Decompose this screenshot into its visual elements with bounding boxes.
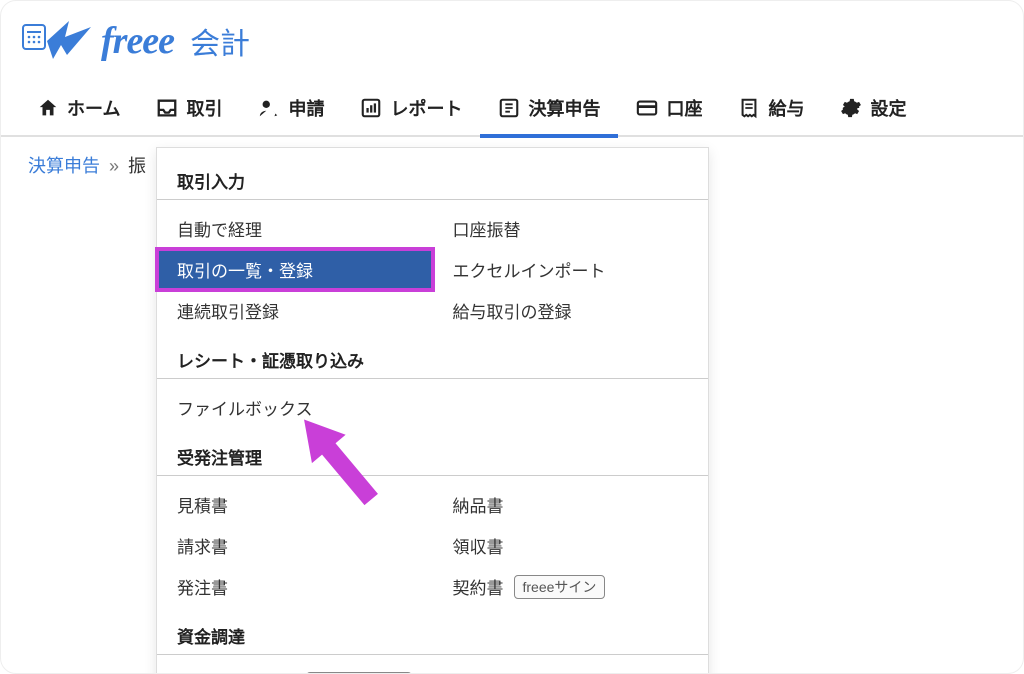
dropdown-item[interactable]: 取引の一覧・登録 (157, 249, 433, 290)
bar-chart-icon (360, 97, 382, 119)
nav-home[interactable]: ホーム (19, 80, 138, 136)
dropdown-item[interactable]: 請求書 (157, 525, 433, 566)
main-nav: ホーム 取引 申請 レポート 決算申告 口座 給与 設定 (1, 81, 1023, 137)
dropdown-section-title: 受発注管理 (157, 438, 708, 476)
nav-label: 口座 (666, 95, 702, 121)
dropdown-item-pill: freeeサイン (514, 575, 606, 599)
nav-label: 設定 (870, 95, 906, 121)
breadcrumb-current: 振 (128, 156, 146, 176)
dropdown-item-label: 見積書 (177, 492, 228, 517)
dropdown-item-label: 契約書 (453, 574, 504, 599)
dropdown-item[interactable]: 契約書 freeeサイン (433, 566, 709, 607)
breadcrumb-root[interactable]: 決算申告 (28, 156, 100, 176)
dropdown-item[interactable]: ファイルボックス (157, 387, 708, 428)
dropdown-item-label: 納品書 (453, 492, 504, 517)
dropdown-section-title: レシート・証憑取り込み (157, 341, 708, 379)
logo-suffix-text: 会計 (190, 19, 250, 63)
nav-transactions[interactable]: 取引 (138, 80, 240, 136)
tray-icon (156, 97, 178, 119)
dropdown-item[interactable]: 融資商品を比較freee資金調達 (157, 663, 708, 674)
nav-label: レポート (390, 95, 462, 121)
dropdown-section-title: 取引入力 (157, 162, 708, 200)
nav-closing[interactable]: 決算申告 (480, 80, 618, 136)
dropdown-item-label: 発注書 (177, 574, 228, 599)
dropdown-item-label: 給与取引の登録 (453, 298, 572, 323)
nav-report[interactable]: レポート (342, 80, 480, 136)
nav-payroll[interactable]: 給与 (720, 80, 822, 136)
bird-calculator-icon (21, 19, 93, 63)
receipt-icon (738, 97, 760, 119)
dropdown-section-title: 資金調達 (157, 617, 708, 655)
breadcrumb-sep: » (109, 156, 119, 176)
dropdown-item[interactable]: 領収書 (433, 525, 709, 566)
dropdown-item-label: 領収書 (453, 533, 504, 558)
nav-application[interactable]: 申請 (240, 80, 342, 136)
person-edit-icon (258, 97, 280, 119)
nav-settings[interactable]: 設定 (822, 80, 924, 136)
gear-icon (840, 97, 862, 119)
nav-label: 給与 (768, 95, 804, 121)
logo[interactable]: freee 会計 (21, 19, 250, 63)
dropdown-item[interactable]: 納品書 (433, 484, 709, 525)
nav-label: 申請 (288, 95, 324, 121)
dropdown-item-label: 請求書 (177, 533, 228, 558)
nav-account[interactable]: 口座 (618, 80, 720, 136)
nav-label: 決算申告 (528, 95, 600, 121)
dropdown-item[interactable]: エクセルインポート (433, 249, 709, 290)
dropdown-item[interactable]: 自動で経理 (157, 208, 433, 249)
nav-label: 取引 (186, 95, 222, 121)
logo-brand-text: freee (101, 19, 174, 63)
dropdown-item-label: 口座振替 (453, 216, 521, 241)
nav-label: ホーム (67, 95, 120, 121)
dropdown-item-label: 自動で経理 (177, 216, 262, 241)
home-icon (37, 97, 59, 119)
card-icon (636, 97, 658, 119)
transactions-dropdown: 取引入力自動で経理 口座振替取引の一覧・登録 エクセルインポート連続取引登録 給与取引… (156, 147, 709, 674)
dropdown-item[interactable]: 給与取引の登録 (433, 290, 709, 331)
dropdown-item-label: 取引の一覧・登録 (177, 257, 313, 282)
doc-lines-icon (498, 97, 520, 119)
logo-bar: freee 会計 (1, 1, 1023, 81)
dropdown-item-label: エクセルインポート (453, 257, 606, 282)
dropdown-item[interactable]: 連続取引登録 (157, 290, 433, 331)
dropdown-item[interactable]: 口座振替 (433, 208, 709, 249)
dropdown-item[interactable]: 発注書 (157, 566, 433, 607)
dropdown-item-label: ファイルボックス (177, 395, 313, 420)
dropdown-item-label: 連続取引登録 (177, 298, 279, 323)
